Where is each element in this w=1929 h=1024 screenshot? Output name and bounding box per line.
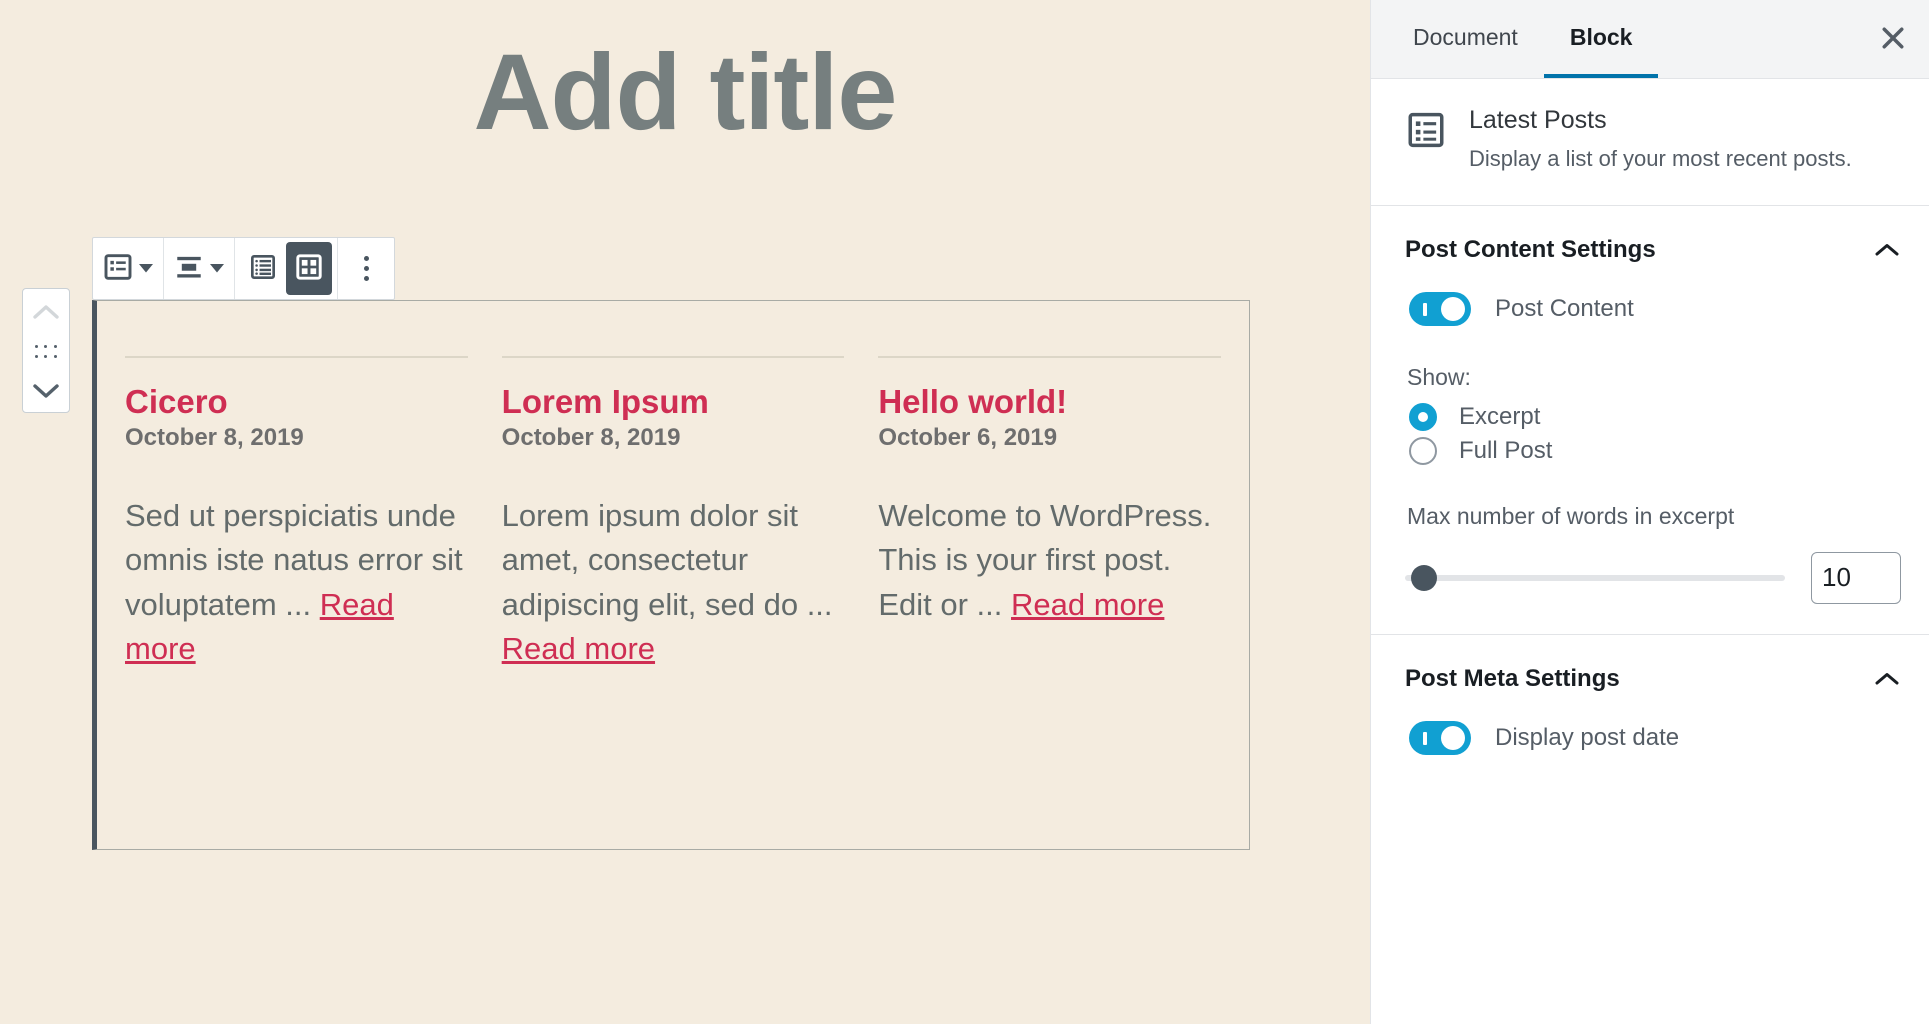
latest-posts-block[interactable]: Cicero October 8, 2019 Sed ut perspiciat… (92, 300, 1250, 850)
editor-canvas: Add title (0, 0, 1370, 1024)
post-excerpt-text: Lorem ipsum dolor sit amet, consectetur … (502, 498, 833, 622)
block-info-text: Latest Posts Display a list of your most… (1469, 105, 1852, 175)
move-block-up-button[interactable] (26, 295, 66, 329)
list-block-icon (102, 251, 134, 286)
max-words-control (1405, 552, 1901, 604)
display-post-date-toggle-row: Display post date (1409, 721, 1901, 755)
post-item: Cicero October 8, 2019 Sed ut perspiciat… (125, 356, 468, 671)
grid-view-icon (293, 251, 325, 286)
post-content-toggle[interactable] (1409, 292, 1471, 326)
tab-block[interactable]: Block (1544, 0, 1659, 78)
post-divider (502, 356, 845, 358)
post-title-placeholder[interactable]: Add title (0, 0, 1370, 155)
block-type-button[interactable] (98, 242, 138, 295)
post-date: October 8, 2019 (125, 422, 468, 454)
radio-excerpt-indicator[interactable] (1409, 403, 1437, 431)
post-content-toggle-row: Post Content (1409, 292, 1901, 326)
block-type-dropdown-caret[interactable] (138, 242, 158, 295)
toolbar-group-alignment (164, 238, 235, 299)
grid-view-button[interactable] (286, 242, 332, 295)
panel-post-content-settings-header[interactable]: Post Content Settings (1405, 206, 1901, 286)
post-item: Lorem Ipsum October 8, 2019 Lorem ipsum … (502, 356, 845, 671)
toggle-on-bar (1423, 732, 1427, 745)
toolbar-group-block-type (93, 238, 164, 299)
toggle-on-bar (1423, 303, 1427, 316)
toggle-knob (1441, 297, 1465, 321)
panel-post-meta-settings: Post Meta Settings Display post date (1371, 635, 1929, 785)
toggle-knob (1441, 726, 1465, 750)
drag-handle-icon[interactable] (34, 343, 58, 361)
panel-title: Post Content Settings (1405, 236, 1656, 264)
post-divider (878, 356, 1221, 358)
post-excerpt-text: Sed ut perspiciatis unde omnis iste natu… (125, 498, 463, 622)
post-title-link[interactable]: Lorem Ipsum (502, 383, 709, 420)
toolbar-group-more (338, 238, 394, 299)
wordpress-block-editor: Add title (0, 0, 1929, 1024)
max-words-slider[interactable] (1405, 563, 1785, 593)
radio-full-post[interactable]: Full Post (1409, 437, 1901, 465)
panel-post-meta-settings-header[interactable]: Post Meta Settings (1405, 635, 1901, 715)
list-view-icon (247, 251, 279, 286)
move-block-down-button[interactable] (26, 374, 66, 408)
post-date: October 8, 2019 (502, 422, 845, 454)
post-item: Hello world! October 6, 2019 Welcome to … (878, 356, 1221, 671)
radio-excerpt[interactable]: Excerpt (1409, 403, 1901, 431)
post-excerpt: Sed ut perspiciatis unde omnis iste natu… (125, 494, 468, 671)
read-more-link[interactable]: Read more (502, 631, 655, 666)
radio-full-post-label: Full Post (1459, 437, 1552, 465)
read-more-link[interactable]: Read more (1011, 587, 1164, 622)
post-excerpt: Lorem ipsum dolor sit amet, consectetur … (502, 494, 845, 671)
close-icon (1878, 23, 1908, 56)
max-words-label: Max number of words in excerpt (1407, 503, 1901, 530)
display-post-date-label: Display post date (1495, 724, 1679, 752)
align-button[interactable] (169, 242, 209, 295)
toolbar-group-layout (235, 238, 338, 299)
post-excerpt: Welcome to WordPress. This is your first… (878, 494, 1221, 627)
chevron-down-icon (138, 263, 154, 274)
close-sidebar-button[interactable] (1857, 0, 1929, 78)
list-block-icon (1405, 109, 1447, 151)
block-info-description: Display a list of your most recent posts… (1469, 143, 1852, 175)
align-center-icon (173, 251, 205, 286)
post-content-toggle-label: Post Content (1495, 295, 1634, 323)
post-title-link[interactable]: Hello world! (878, 383, 1067, 420)
chevron-down-icon (32, 382, 60, 400)
post-date: October 6, 2019 (878, 422, 1221, 454)
panel-title: Post Meta Settings (1405, 665, 1620, 693)
sidebar-tabs: Document Block (1371, 0, 1929, 79)
align-dropdown-caret[interactable] (209, 242, 229, 295)
chevron-up-icon (32, 303, 60, 321)
show-label: Show: (1407, 364, 1901, 391)
chevron-up-icon[interactable] (1873, 670, 1901, 688)
post-title-link[interactable]: Cicero (125, 383, 228, 420)
slider-thumb[interactable] (1411, 565, 1437, 591)
display-post-date-toggle[interactable] (1409, 721, 1471, 755)
more-options-button[interactable] (343, 242, 389, 295)
list-view-button[interactable] (240, 242, 286, 295)
settings-sidebar: Document Block (1370, 0, 1929, 1024)
chevron-up-icon[interactable] (1873, 241, 1901, 259)
panel-post-content-settings: Post Content Settings Post Content Show:… (1371, 206, 1929, 635)
radio-excerpt-label: Excerpt (1459, 403, 1540, 431)
block-toolbar (92, 237, 395, 300)
radio-full-post-indicator[interactable] (1409, 437, 1437, 465)
slider-track (1405, 575, 1785, 581)
posts-grid: Cicero October 8, 2019 Sed ut perspiciat… (97, 301, 1249, 671)
chevron-down-icon (209, 263, 225, 274)
block-info-title: Latest Posts (1469, 105, 1852, 135)
max-words-input[interactable] (1811, 552, 1901, 604)
block-info-card: Latest Posts Display a list of your most… (1371, 79, 1929, 206)
post-divider (125, 356, 468, 358)
block-mover (22, 288, 70, 413)
tab-document[interactable]: Document (1387, 0, 1544, 78)
